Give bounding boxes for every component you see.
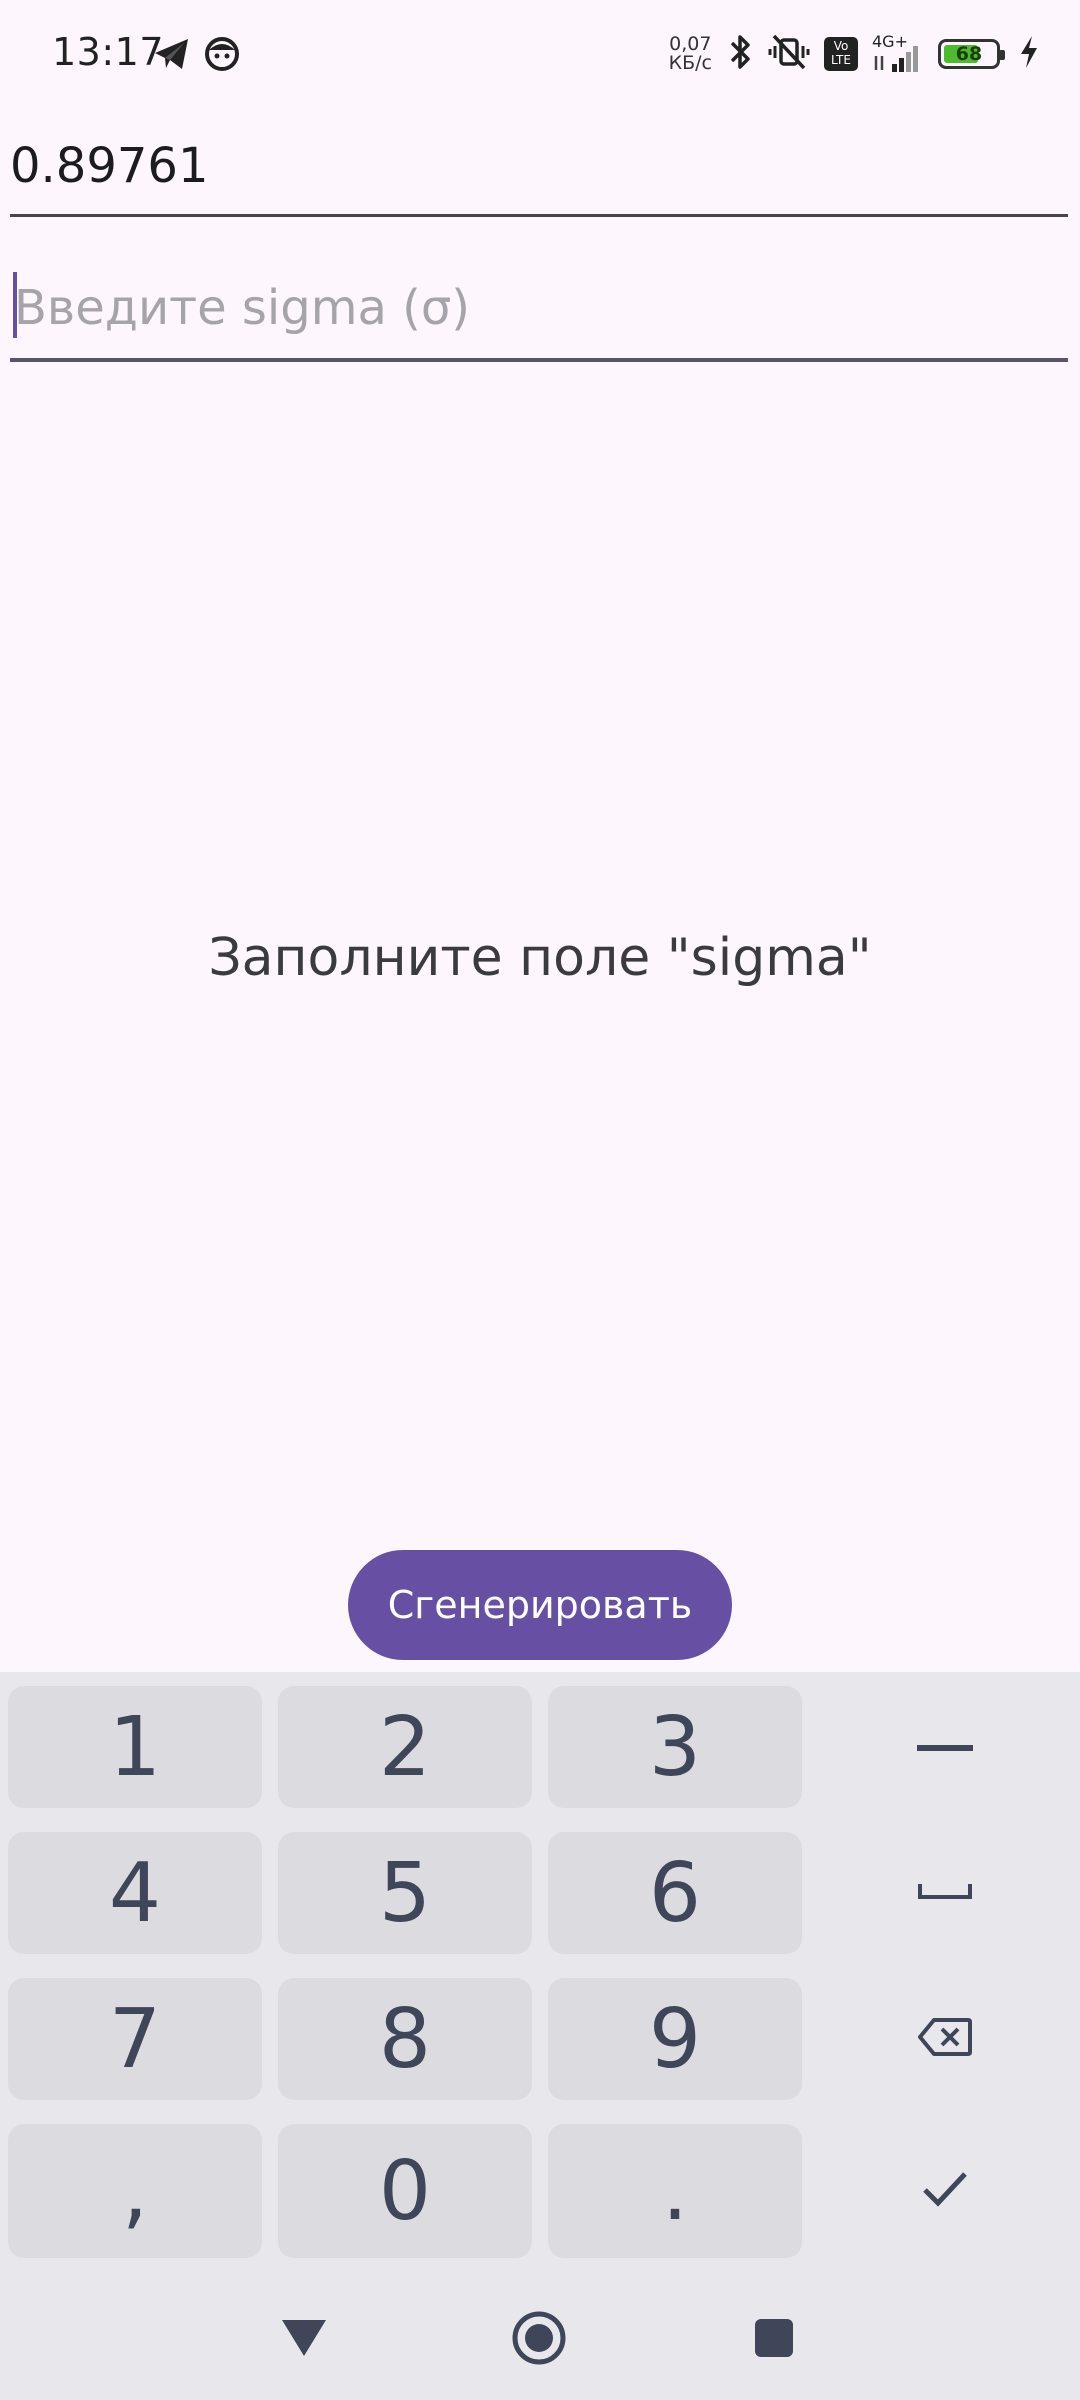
signal-icon: 4G+: [872, 34, 924, 74]
space-key[interactable]: [818, 1832, 1072, 1954]
charging-icon: [1018, 34, 1040, 74]
mu-field-value: 0.89761: [10, 138, 209, 194]
recents-button[interactable]: [744, 2310, 804, 2370]
status-bar: 13:17 0,07 КБ/с Vo LTE 4G+ 68: [0, 0, 1080, 108]
navigation-bar: [0, 2270, 1080, 2400]
back-button[interactable]: [274, 2310, 334, 2370]
status-icons: 0,07 КБ/с Vo LTE 4G+ 68: [669, 30, 1040, 78]
app-face-icon: [202, 34, 242, 74]
generate-button[interactable]: Сгенерировать: [348, 1550, 732, 1660]
done-key[interactable]: [818, 2124, 1072, 2258]
key-6[interactable]: 6: [548, 1832, 802, 1954]
recents-icon: [754, 2318, 794, 2362]
key-5[interactable]: 5: [278, 1832, 532, 1954]
volte-icon: Vo LTE: [824, 37, 858, 71]
validation-message: Заполните поле "sigma": [208, 928, 872, 988]
key-7[interactable]: 7: [8, 1978, 262, 2100]
battery-icon: 68: [938, 39, 1005, 69]
mu-field[interactable]: 0.89761: [10, 130, 1068, 217]
minus-key[interactable]: [818, 1686, 1072, 1808]
backspace-key[interactable]: [818, 1978, 1072, 2100]
network-speed: 0,07 КБ/с: [669, 35, 712, 73]
volte-label: Vo LTE: [831, 39, 851, 67]
key-4[interactable]: 4: [8, 1832, 262, 1954]
key-0[interactable]: 0: [278, 2124, 532, 2258]
home-button[interactable]: [509, 2310, 569, 2370]
telegram-icon: [152, 34, 192, 74]
minus-icon: [917, 1738, 973, 1757]
key-8[interactable]: 8: [278, 1978, 532, 2100]
space-icon: [917, 1881, 973, 1905]
sigma-field[interactable]: [10, 268, 1072, 362]
text-cursor: [13, 272, 17, 338]
battery-percent: 68: [955, 43, 983, 65]
back-icon: [280, 2318, 328, 2362]
bluetooth-icon: [726, 32, 754, 76]
home-icon: [511, 2310, 567, 2370]
sigma-input[interactable]: [10, 268, 1072, 348]
checkmark-icon: [922, 2170, 968, 2212]
backspace-icon: [918, 2017, 972, 2061]
network-speed-unit: КБ/с: [668, 52, 712, 74]
key-9[interactable]: 9: [548, 1978, 802, 2100]
key-comma[interactable]: ,: [8, 2124, 262, 2258]
vibrate-off-icon: [768, 32, 810, 76]
battery-cap: [1000, 50, 1005, 60]
key-3[interactable]: 3: [548, 1686, 802, 1808]
status-time: 13:17: [52, 30, 165, 74]
key-1[interactable]: 1: [8, 1686, 262, 1808]
key-2[interactable]: 2: [278, 1686, 532, 1808]
key-period[interactable]: .: [548, 2124, 802, 2258]
